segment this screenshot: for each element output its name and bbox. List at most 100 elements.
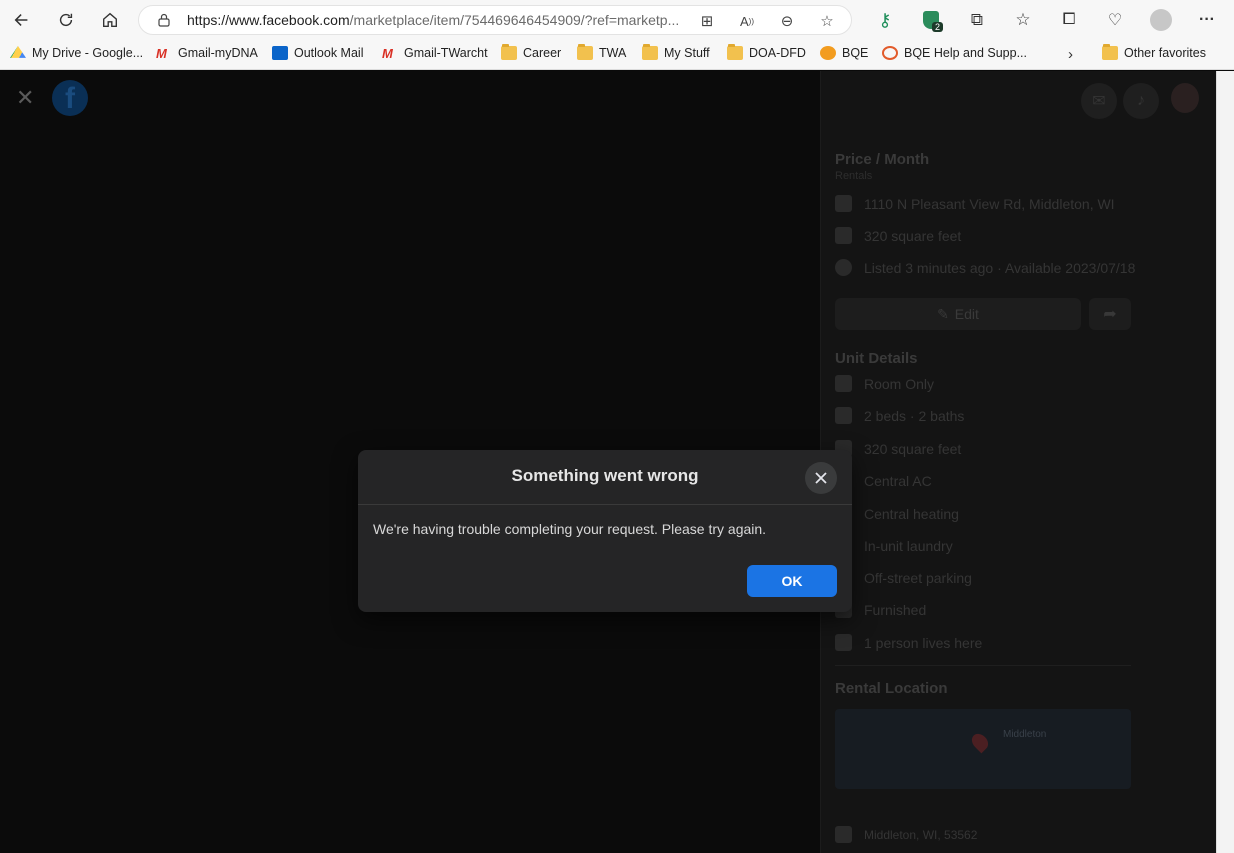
dialog-message: We're having trouble completing your req… <box>373 521 767 537</box>
bookmark-bqe[interactable]: BQE <box>820 46 868 60</box>
location-pin-icon <box>835 195 852 212</box>
url-text[interactable]: https://www.facebook.com/marketplace/ite… <box>187 12 679 28</box>
pencil-icon: ✎ <box>937 305 949 322</box>
location-map[interactable]: Middleton <box>835 709 1131 789</box>
bookmark-label: Gmail-TWarcht <box>404 46 488 60</box>
extension-count-badge: 2 <box>932 22 944 32</box>
bookmarks-overflow-chevron[interactable]: › <box>1068 46 1073 63</box>
price-label: Price / Month <box>835 151 930 168</box>
error-dialog: Something went wrong We're having troubl… <box>358 450 852 612</box>
listed-text: Listed 3 minutes ago · Available 2023/07… <box>864 259 1136 276</box>
bookmark-other-favorites[interactable]: Other favorites <box>1102 44 1206 60</box>
refresh-icon <box>59 13 73 27</box>
bookmark-doa-dfd[interactable]: DOA-DFD <box>727 44 806 60</box>
url-path: /marketplace/item/754469646454909/?ref=m… <box>349 12 680 28</box>
back-button[interactable] <box>6 4 38 36</box>
location-row: Middleton, WI, 53562 <box>835 826 977 843</box>
ok-button[interactable]: OK <box>747 565 837 597</box>
bookmark-my-drive[interactable]: My Drive - Google... <box>10 46 143 60</box>
bookmark-label: BQE Help and Supp... <box>904 46 1027 60</box>
dialog-close-button[interactable] <box>805 462 837 494</box>
extensions-button[interactable]: ⧉ <box>958 4 996 36</box>
page-scrollbar[interactable] <box>1216 71 1234 853</box>
divider <box>835 665 1131 666</box>
map-pin-icon <box>968 730 992 754</box>
home-button[interactable] <box>94 4 126 36</box>
size-text: 320 square feet <box>864 227 962 244</box>
favorites-list-icon: ☆ <box>1015 10 1031 29</box>
chevron-right-icon: › <box>1068 46 1073 63</box>
bookmark-outlook-mail[interactable]: Outlook Mail <box>272 46 363 60</box>
bookmark-label: Gmail-myDNA <box>178 46 258 60</box>
edit-label: Edit <box>954 306 979 322</box>
unit-details-title: Unit Details <box>835 350 918 367</box>
key-icon: ⚷ <box>878 9 892 30</box>
bqe-icon <box>820 46 836 60</box>
profile-avatar[interactable] <box>1171 83 1199 113</box>
folder-icon <box>1102 44 1118 60</box>
notifications-bell-icon[interactable]: ♪ <box>1123 83 1159 119</box>
heart-pulse-icon: ♡ <box>1107 12 1123 29</box>
bookmark-label: My Drive - Google... <box>32 46 144 60</box>
more-menu-button[interactable]: ··· <box>1188 4 1226 36</box>
detail-text: In-unit laundry <box>864 537 953 554</box>
close-icon <box>815 472 827 484</box>
bookmark-label: DOA-DFD <box>749 46 806 60</box>
ellipsis-icon: ··· <box>1199 11 1215 28</box>
extension-key-button[interactable]: ⚷ <box>866 4 904 36</box>
detail-row: Room Only <box>835 375 934 392</box>
app-available-icon[interactable]: ⊞ <box>697 11 717 31</box>
collections-button[interactable]: ⧠ <box>1050 4 1088 36</box>
profile-button[interactable] <box>1142 4 1180 36</box>
lock-icon <box>158 13 170 27</box>
detail-text: 320 square feet <box>864 440 962 457</box>
map-town-label: Middleton <box>1003 729 1047 740</box>
bookmark-my-stuff[interactable]: My Stuff <box>642 44 710 60</box>
bqe-help-icon <box>882 46 898 60</box>
listed-row: Listed 3 minutes ago · Available 2023/07… <box>835 259 1135 276</box>
avatar-icon <box>1150 9 1172 31</box>
messenger-icon[interactable]: ✉ <box>1081 83 1117 119</box>
bookmark-label: TWA <box>599 46 627 60</box>
clock-icon <box>835 259 852 276</box>
bookmark-label: Other favorites <box>1124 46 1206 60</box>
detail-row: In-unit laundry <box>835 537 953 554</box>
browser-essentials-button[interactable]: ♡ <box>1096 4 1134 36</box>
dialog-title: Something went wrong <box>511 466 699 485</box>
bookmark-career[interactable]: Career <box>501 44 561 60</box>
address-text: 1110 N Pleasant View Rd, Middleton, WI <box>864 195 1115 212</box>
detail-row: 320 square feet <box>835 440 961 457</box>
bookmarks-bar: My Drive - Google... M Gmail-myDNA Outloo… <box>0 40 1234 70</box>
dialog-divider <box>358 504 852 505</box>
zoom-icon[interactable]: ⊖ <box>777 11 797 31</box>
address-row: 1110 N Pleasant View Rd, Middleton, WI <box>835 195 1115 212</box>
home-icon <box>103 12 117 27</box>
favorites-button[interactable]: ☆ <box>1004 4 1042 36</box>
bookmark-gmail-mydna[interactable]: M Gmail-myDNA <box>156 46 258 61</box>
favorite-star-icon[interactable]: ☆ <box>817 11 837 31</box>
rental-location-title: Rental Location <box>835 680 948 697</box>
folder-icon <box>727 44 743 60</box>
read-aloud-icon[interactable]: A)) <box>737 11 757 31</box>
facebook-logo[interactable]: f <box>52 80 88 116</box>
bookmark-gmail-twarcht[interactable]: M Gmail-TWarcht <box>382 46 488 61</box>
bookmark-label: BQE <box>842 46 869 60</box>
address-bar[interactable]: https://www.facebook.com/marketplace/ite… <box>138 5 852 35</box>
detail-text: Central heating <box>864 505 959 522</box>
edit-button[interactable]: ✎ Edit <box>835 298 1081 330</box>
folder-icon <box>577 44 593 60</box>
extension-badge-button[interactable]: 2 <box>912 4 950 36</box>
folder-icon <box>642 44 658 60</box>
detail-text: Room Only <box>864 375 935 392</box>
bookmark-bqe-help[interactable]: BQE Help and Supp... <box>882 46 1027 60</box>
google-drive-icon <box>10 46 26 58</box>
share-arrow-icon: ➦ <box>1103 306 1117 323</box>
detail-row: 2 beds · 2 baths <box>835 407 964 424</box>
size-row: 320 square feet <box>835 227 961 244</box>
share-button[interactable]: ➦ <box>1089 298 1131 330</box>
bookmark-twa[interactable]: TWA <box>577 44 627 60</box>
close-viewer-icon[interactable]: ✕ <box>16 87 38 109</box>
detail-row: Off-street parking <box>835 569 972 586</box>
refresh-button[interactable] <box>50 4 82 36</box>
folder-icon <box>501 44 517 60</box>
